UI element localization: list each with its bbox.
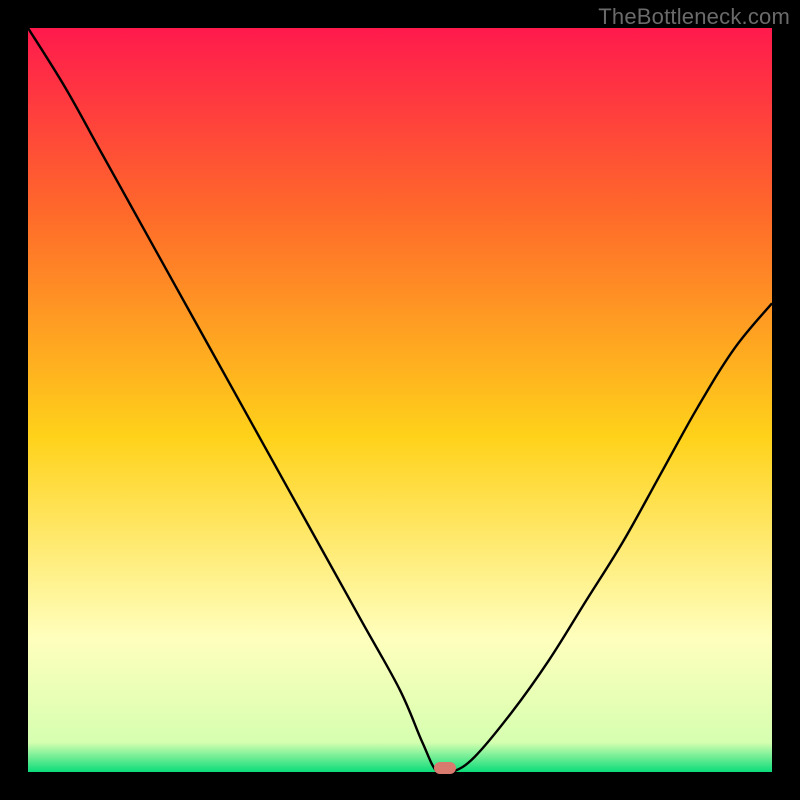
- chart-frame: TheBottleneck.com: [0, 0, 800, 800]
- gradient-background: [28, 28, 772, 772]
- watermark-text: TheBottleneck.com: [598, 4, 790, 30]
- optimal-marker: [434, 762, 456, 774]
- plot-svg: [28, 28, 772, 772]
- plot-area: [28, 28, 772, 772]
